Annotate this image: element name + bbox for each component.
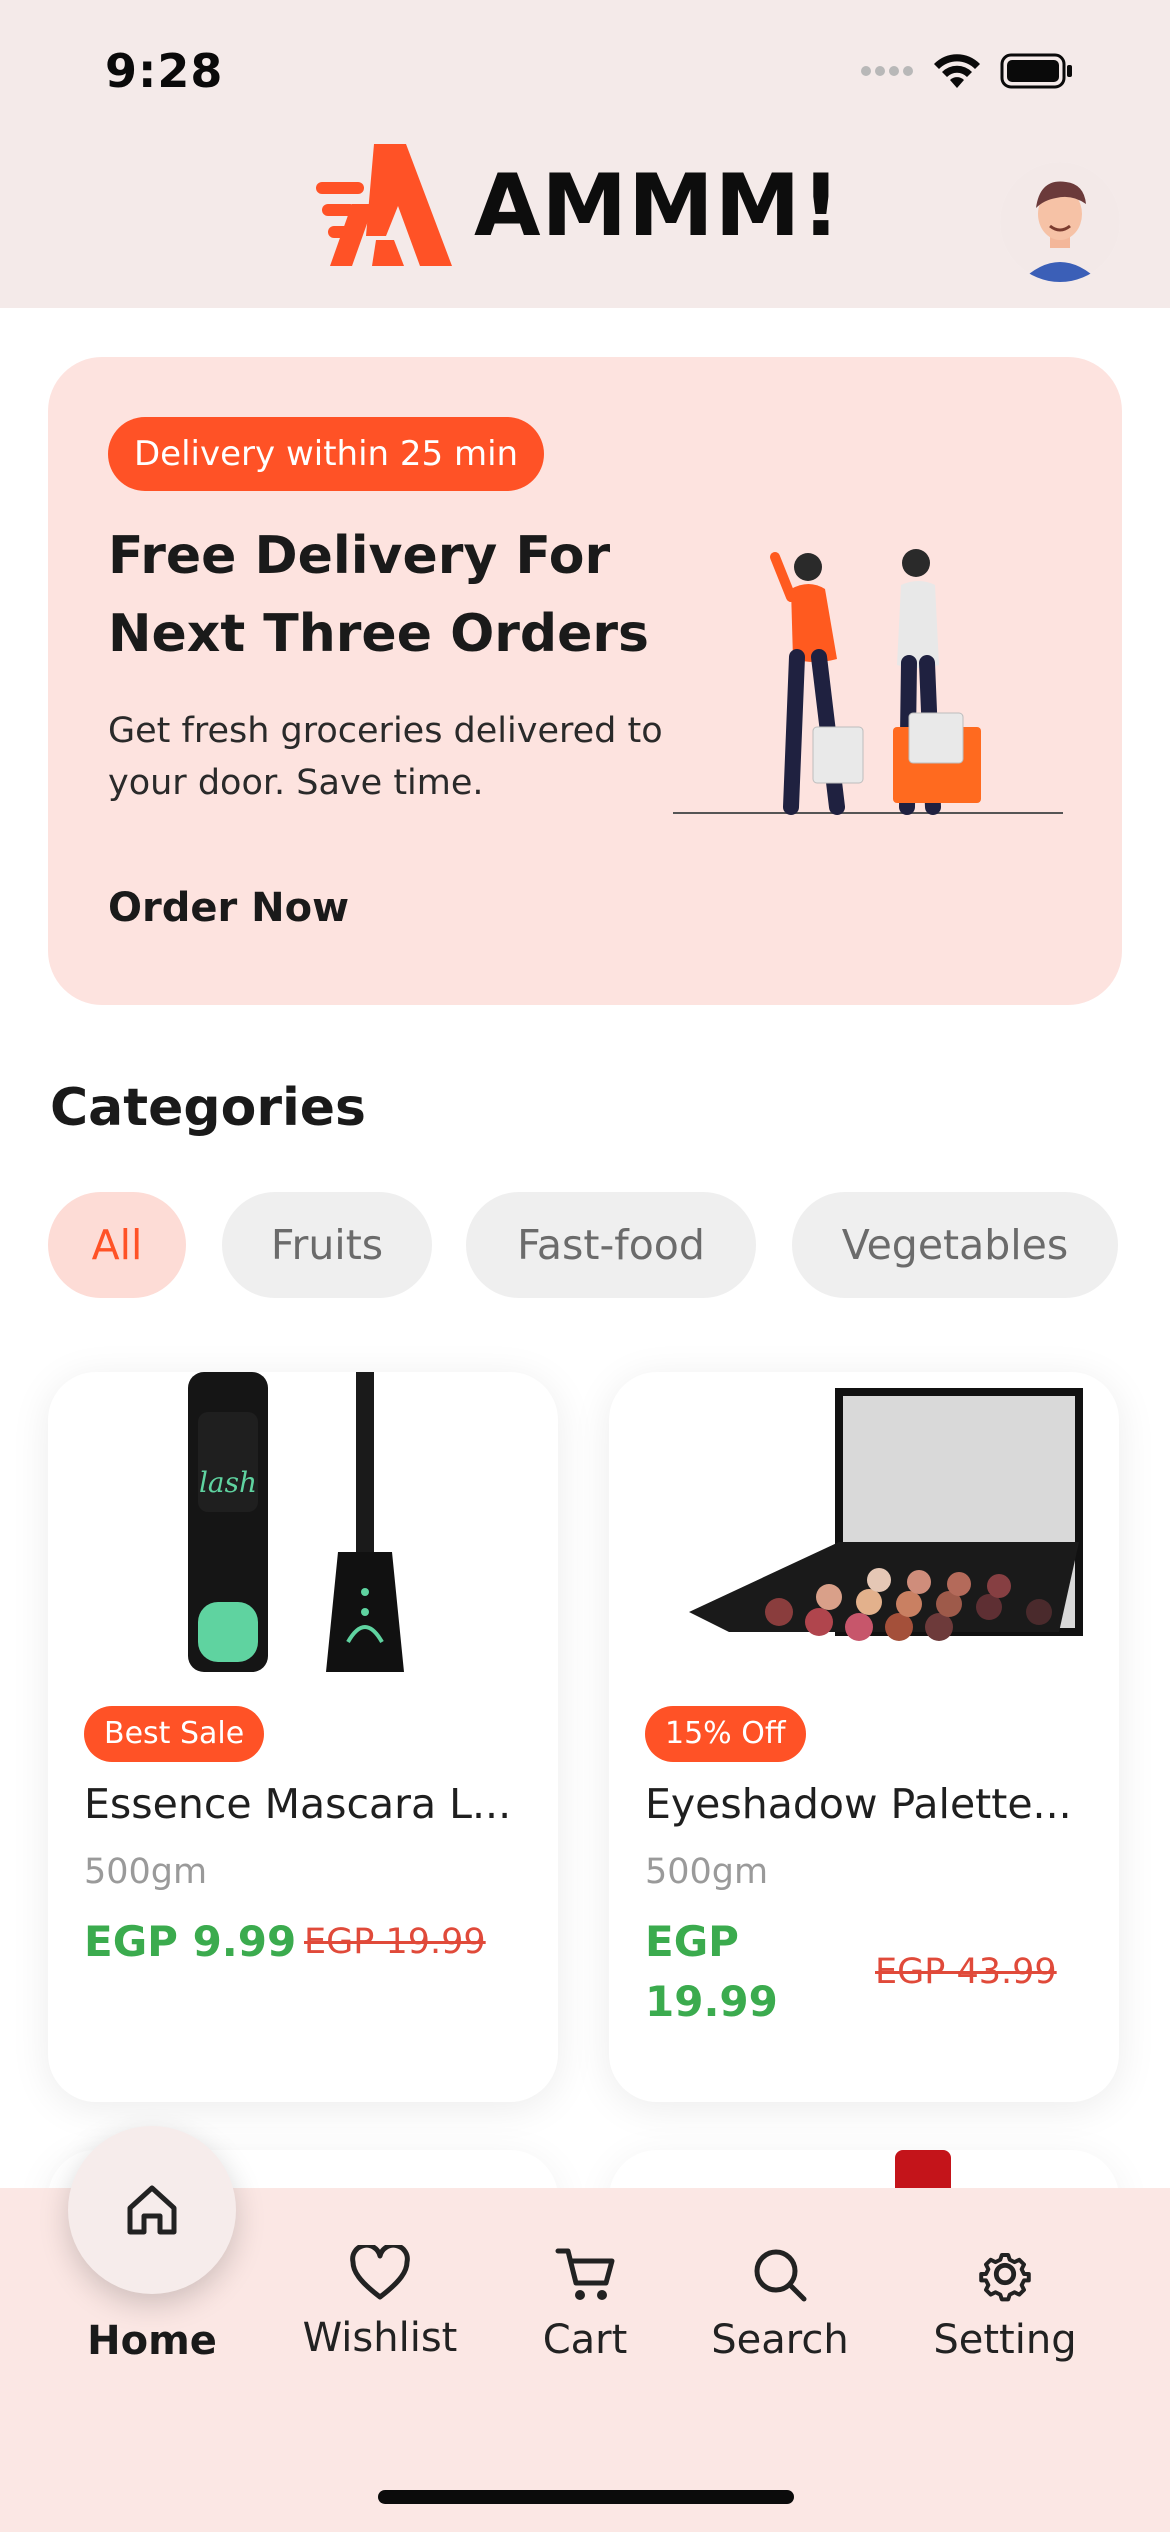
- promo-subtitle: Get fresh groceries delivered to your do…: [108, 711, 663, 803]
- nav-home[interactable]: [68, 2126, 236, 2294]
- shopping-illustration: [673, 549, 1063, 815]
- wifi-icon: [934, 54, 980, 88]
- promo-title: Free Delivery For Next Three Orders: [108, 526, 649, 664]
- home-indicator: [378, 2490, 794, 2504]
- gear-icon: [979, 2252, 1031, 2302]
- chip-fast-food[interactable]: Fast-food: [466, 1192, 756, 1298]
- brand-logo: AMMM!: [316, 144, 842, 268]
- home-icon: [127, 2185, 177, 2235]
- product-image-mascara: lash: [188, 1372, 404, 1672]
- nav-setting-label: Setting: [933, 2317, 1077, 2363]
- product-card[interactable]: lash Best Sale Essence Mascara L... 500g…: [48, 1372, 558, 2102]
- chip-fruits[interactable]: Fruits: [222, 1192, 432, 1298]
- product-old-price: EGP 19.99: [304, 1922, 486, 1962]
- nav-cart[interactable]: Cart: [520, 2245, 650, 2363]
- chip-all[interactable]: All: [48, 1192, 186, 1298]
- product-image-eyeshadow: [689, 1388, 1083, 1641]
- brand-name: AMMM!: [474, 156, 842, 256]
- svg-text:lash: lash: [199, 1466, 257, 1499]
- logo-mark-icon: [316, 144, 452, 266]
- signal-icon: [861, 66, 913, 76]
- chip-vegetables[interactable]: Vegetables: [792, 1192, 1118, 1298]
- promo-banner[interactable]: Delivery within 25 min Free Delivery For…: [48, 357, 1122, 1005]
- nav-wishlist[interactable]: Wishlist: [295, 2242, 465, 2361]
- cart-icon: [555, 2248, 615, 2300]
- product-weight: 500gm: [84, 1852, 208, 1892]
- product-weight: 500gm: [645, 1852, 769, 1892]
- product-name: Essence Mascara L...: [84, 1780, 512, 1828]
- nav-cart-label: Cart: [542, 2317, 628, 2363]
- status-icons: [860, 52, 1074, 90]
- nav-search[interactable]: Search: [700, 2245, 860, 2363]
- delivery-badge: Delivery within 25 min: [108, 417, 545, 491]
- nav-home-label[interactable]: Home: [60, 2318, 244, 2364]
- product-name: Eyeshadow Palette...: [645, 1780, 1072, 1828]
- status-time: 9:28: [105, 44, 224, 98]
- nav-wishlist-label: Wishlist: [302, 2315, 458, 2361]
- avatar[interactable]: [1000, 162, 1120, 282]
- avatar-image: [1000, 162, 1120, 282]
- nav-search-label: Search: [711, 2317, 849, 2363]
- product-badge: Best Sale: [84, 1706, 265, 1762]
- order-now-button[interactable]: Order Now: [108, 885, 349, 931]
- product-price: EGP 19.99: [645, 1917, 778, 2026]
- battery-icon: [1000, 53, 1072, 89]
- search-icon: [754, 2249, 807, 2302]
- product-old-price: EGP 43.99: [875, 1952, 1057, 1992]
- product-card[interactable]: 15% Off Eyeshadow Palette... 500gm EGP 1…: [609, 1372, 1119, 2102]
- nav-setting[interactable]: Setting: [920, 2245, 1090, 2363]
- product-badge: 15% Off: [645, 1706, 806, 1762]
- categories-title: Categories: [50, 1078, 367, 1138]
- heart-icon: [350, 2242, 410, 2300]
- product-price: EGP 9.99: [84, 1917, 297, 1966]
